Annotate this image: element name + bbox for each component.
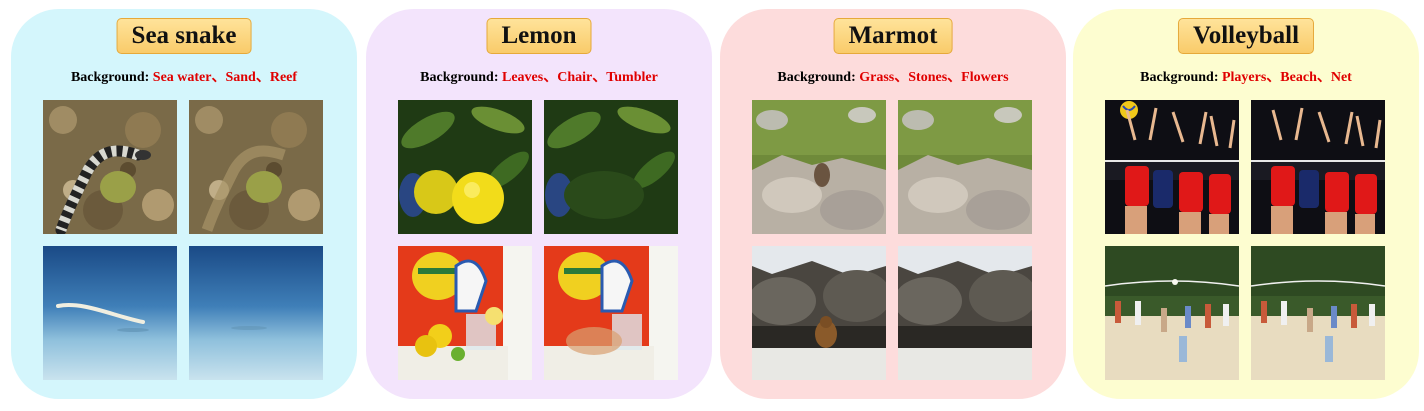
panel-lemon: Lemon Background: Leaves、Chair、Tumbler (366, 9, 712, 399)
background-label: Background: (777, 70, 856, 85)
background-label: Background: (420, 70, 499, 85)
background-caption: Background: Grass、Stones、Flowers (720, 66, 1066, 86)
image-volleyball-indoor-removed (1251, 100, 1385, 234)
image-volleyball-beach-removed (1251, 246, 1385, 380)
image-marmot-meadow-original (752, 100, 886, 234)
panel-marmot: Marmot Background: Grass、Stones、Flowers (720, 9, 1066, 399)
panel-title: Sea snake (116, 18, 252, 54)
panel-title: Lemon (486, 18, 592, 54)
background-items: Leaves、Chair、Tumbler (502, 70, 658, 85)
panel-sea-snake: Sea snake Background: Sea water、Sand、Ree… (11, 9, 357, 399)
image-lemon-chair-removed (544, 246, 678, 380)
panel-volleyball: Volleyball Background: Players、Beach、Net (1073, 9, 1419, 399)
image-sea-snake-reef-original (43, 100, 177, 234)
background-label: Background: (1140, 70, 1219, 85)
image-sea-snake-sand-removed (189, 246, 323, 380)
panel-title: Volleyball (1177, 18, 1315, 54)
image-sea-snake-sand-original (43, 246, 177, 380)
image-marmot-rocks-removed (898, 246, 1032, 380)
image-volleyball-beach-original (1105, 246, 1239, 380)
background-items: Players、Beach、Net (1221, 70, 1352, 85)
image-lemon-tree-original (398, 100, 532, 234)
panel-title: Marmot (833, 18, 953, 54)
background-label: Background: (70, 70, 150, 85)
background-items: Sea water、Sand、Reef (152, 70, 298, 85)
image-marmot-meadow-removed (898, 100, 1032, 234)
image-sea-snake-reef-removed (189, 100, 323, 234)
image-marmot-rocks-original (752, 246, 886, 380)
image-lemon-tree-removed (544, 100, 678, 234)
background-caption: Background: Leaves、Chair、Tumbler (366, 66, 712, 86)
background-items: Grass、Stones、Flowers (859, 70, 1009, 85)
image-lemon-chair-original (398, 246, 532, 380)
background-caption: Background: Sea water、Sand、Reef (11, 66, 357, 86)
image-volleyball-indoor-original (1105, 100, 1239, 234)
background-caption: Background: Players、Beach、Net (1073, 66, 1419, 86)
